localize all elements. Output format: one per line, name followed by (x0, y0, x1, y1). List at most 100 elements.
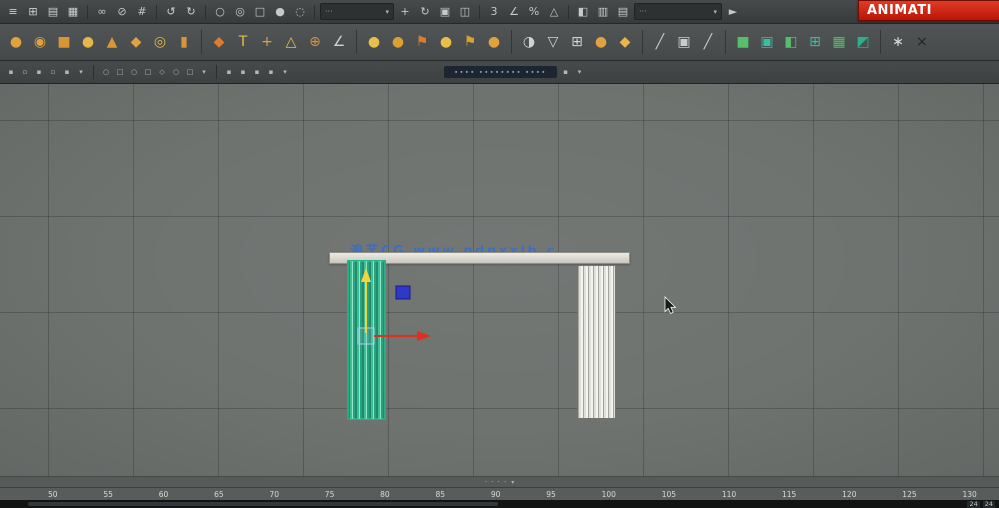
mini-dropdown4-icon[interactable]: ▾ (574, 66, 586, 78)
z-axis-handle[interactable] (395, 285, 411, 300)
timeline-tick[interactable]: 120 (842, 490, 856, 502)
mini-square3-icon[interactable]: □ (184, 66, 196, 78)
bind-icon[interactable]: # (133, 4, 151, 20)
new-scene-icon[interactable]: ⊞ (24, 4, 42, 20)
align-icon[interactable]: ▥ (594, 4, 612, 20)
torus-tool-icon[interactable]: ◎ (149, 31, 171, 53)
mini-diamond-icon[interactable]: ◇ (156, 66, 168, 78)
range-slider-handle[interactable] (28, 502, 498, 506)
timeline-tick[interactable]: 70 (269, 490, 279, 502)
gold-diamond-tool-icon[interactable]: ◆ (614, 31, 636, 53)
undo-icon[interactable]: ↺ (162, 4, 180, 20)
x-axis-arrowhead[interactable] (417, 331, 431, 341)
timeline-tick[interactable]: 110 (722, 490, 736, 502)
mini-block2-icon[interactable]: ▪ (237, 66, 249, 78)
boolean-tool-icon[interactable]: ⊕ (304, 31, 326, 53)
gold-sphere-tool-icon[interactable]: ● (590, 31, 612, 53)
snap-3d-icon[interactable]: 3 (485, 4, 503, 20)
select-object-icon[interactable]: ○ (211, 4, 229, 20)
grid-tool-icon[interactable]: ⊞ (566, 31, 588, 53)
timeline-tick[interactable]: 55 (103, 490, 113, 502)
timeline-tick[interactable]: 85 (436, 490, 445, 502)
select-by-name-icon[interactable]: ◎ (231, 4, 249, 20)
poly-half-icon[interactable]: ◧ (780, 31, 802, 53)
time-slider[interactable]: 50 55 60 65 70 75 80 85 90 95 100 105 110 115 120 125 13… (0, 487, 999, 502)
triangle-tool-icon[interactable]: △ (280, 31, 302, 53)
frame-field[interactable]: 24 (982, 500, 995, 508)
layer-manager-icon[interactable]: ▤ (614, 4, 632, 20)
viewport[interactable]: 浪艺CG www.qdnxxlb.c (0, 84, 999, 476)
add-tool-icon[interactable]: + (256, 31, 278, 53)
mirror-tool-icon[interactable]: ◫ (456, 4, 474, 20)
open-file-icon[interactable]: ▤ (44, 4, 62, 20)
lasso-select-icon[interactable]: ◌ (291, 4, 309, 20)
timeline-tick[interactable]: 125 (902, 490, 917, 502)
timeline-tick[interactable]: 60 (159, 490, 168, 502)
mini-square-icon[interactable]: □ (114, 66, 126, 78)
menu-icon[interactable]: ≡ (4, 4, 22, 20)
sphere-tool-icon[interactable]: ● (5, 31, 27, 53)
poly-grid-icon[interactable]: ⊞ (804, 31, 826, 53)
percent-snap-icon[interactable]: % (525, 4, 543, 20)
diamond-tool-icon[interactable]: ◆ (125, 31, 147, 53)
timeline-tick[interactable]: 95 (546, 490, 556, 502)
timeline-tick[interactable]: 75 (325, 490, 334, 502)
mini-square2-icon[interactable]: □ (142, 66, 154, 78)
timeline-tick[interactable]: 130 (962, 490, 977, 502)
mini-block4-icon[interactable]: ▪ (265, 66, 277, 78)
mini-dropdown3-icon[interactable]: ▾ (279, 66, 291, 78)
cylinder-tool-icon[interactable]: ▮ (173, 31, 195, 53)
mini-circle2-icon[interactable]: ○ (128, 66, 140, 78)
mini-block-icon[interactable]: ▪ (223, 66, 235, 78)
coin2-tool-icon[interactable]: ● (387, 31, 409, 53)
mini-dropdown2-icon[interactable]: ▾ (198, 66, 210, 78)
mini-block3-icon[interactable]: ▪ (251, 66, 263, 78)
close-tool-icon[interactable]: × (911, 31, 933, 53)
mini-toggle2-icon[interactable]: ▫ (19, 66, 31, 78)
link-icon[interactable]: ∞ (93, 4, 111, 20)
poly-corner-icon[interactable]: ◩ (852, 31, 874, 53)
frame-field[interactable]: 24 (967, 500, 980, 508)
timeline-tick[interactable]: 80 (380, 490, 390, 502)
move-tool-icon[interactable]: + (396, 4, 414, 20)
flag-tool-icon[interactable]: ⚑ (411, 31, 433, 53)
curtain-selected[interactable] (347, 260, 386, 420)
toolbar-overflow-arrow[interactable]: ► (724, 4, 742, 20)
curtain-unselected[interactable] (577, 265, 616, 419)
timeline-tick[interactable]: 100 (602, 490, 616, 502)
angle-snap-icon[interactable]: ∠ (505, 4, 523, 20)
scale-tool-icon[interactable]: ▣ (436, 4, 454, 20)
coin4-tool-icon[interactable]: ● (483, 31, 505, 53)
timeline-tick[interactable]: 90 (491, 490, 500, 502)
timeline-tick[interactable]: 115 (782, 490, 796, 502)
redo-icon[interactable]: ↻ (182, 4, 200, 20)
plane-tool-icon[interactable]: ▣ (673, 31, 695, 53)
half-circle-tool-icon[interactable]: ◑ (518, 31, 540, 53)
coin-tool-icon[interactable]: ● (363, 31, 385, 53)
sphere2-tool-icon[interactable]: ● (77, 31, 99, 53)
timeline-tick[interactable]: 50 (48, 490, 58, 502)
curve-tool-icon[interactable]: ╱ (697, 31, 719, 53)
timeline-tick[interactable]: 65 (214, 490, 224, 502)
mini-circle-icon[interactable]: ○ (100, 66, 112, 78)
cone-tool-icon[interactable]: ▲ (101, 31, 123, 53)
mini-toggle3-icon[interactable]: ▪ (33, 66, 45, 78)
box-tool-icon[interactable]: ■ (53, 31, 75, 53)
mini-dropdown-icon[interactable]: ▾ (75, 66, 87, 78)
burst-tool-icon[interactable]: ∗ (887, 31, 909, 53)
named-sets-combo[interactable]: ··· ▾ (634, 3, 722, 20)
mini-toggle4-icon[interactable]: ▫ (47, 66, 59, 78)
angle-tool-icon[interactable]: ∠ (328, 31, 350, 53)
spinner-snap-icon[interactable]: △ (545, 4, 563, 20)
mini-toggle-icon[interactable]: ▪ (5, 66, 17, 78)
timeline-tick[interactable]: 105 (662, 490, 676, 502)
save-file-icon[interactable]: ▦ (64, 4, 82, 20)
mini-block5-icon[interactable]: ▪ (560, 66, 572, 78)
rotate-tool-icon[interactable]: ↻ (416, 4, 434, 20)
mini-circle3-icon[interactable]: ○ (170, 66, 182, 78)
unlink-icon[interactable]: ⊘ (113, 4, 131, 20)
shape-tool-icon[interactable]: ◆ (208, 31, 230, 53)
mirror-icon[interactable]: ◧ (574, 4, 592, 20)
poly-cube-icon[interactable]: ■ (732, 31, 754, 53)
selection-filter-combo[interactable]: ··· ▾ (320, 3, 394, 20)
